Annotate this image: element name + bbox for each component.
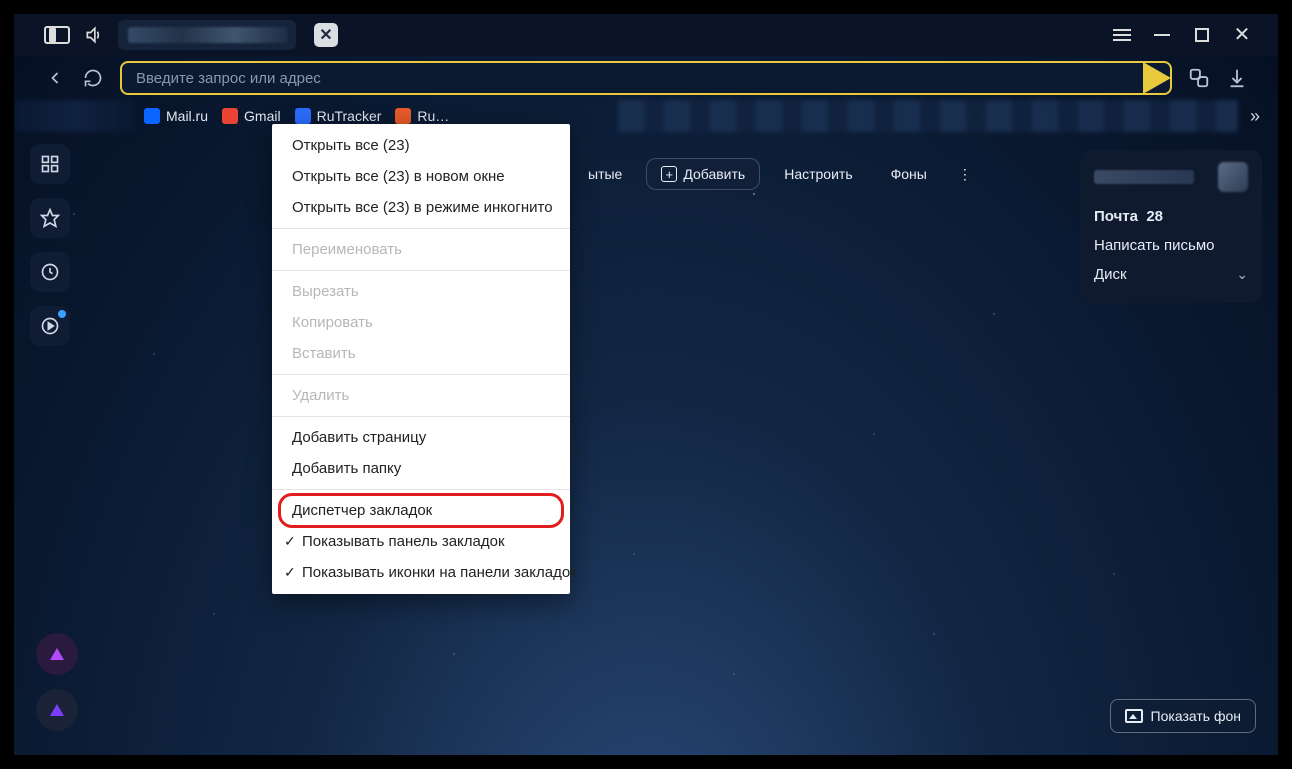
- generic-icon: [395, 108, 411, 124]
- chip-add[interactable]: + Добавить: [646, 158, 760, 190]
- browser-window: ✕ ✕ Введите запрос или адрес Mail.ru Gma…: [14, 14, 1278, 755]
- ctx-separator: [272, 270, 570, 271]
- titlebar: ✕ ✕: [14, 14, 1278, 56]
- at-icon: [144, 108, 160, 124]
- ctx-separator: [272, 228, 570, 229]
- mail-count: 28: [1146, 208, 1163, 225]
- rail-history-icon[interactable]: [30, 252, 70, 292]
- plus-icon: +: [661, 166, 677, 182]
- bookmarks-context-menu: Открыть все (23) Открыть все (23) в ново…: [272, 124, 570, 594]
- volume-icon[interactable]: [84, 25, 104, 45]
- back-icon[interactable]: [44, 67, 66, 89]
- chip-more-icon[interactable]: ⋮: [951, 158, 979, 190]
- chip-configure[interactable]: Настроить: [770, 158, 866, 190]
- alice-icon: [50, 704, 64, 716]
- titlebar-right: ✕: [1112, 25, 1278, 45]
- user-mail-row[interactable]: Почта 28: [1094, 202, 1248, 231]
- chevron-down-icon: ⌄: [1236, 266, 1248, 283]
- tab-close-button[interactable]: ✕: [314, 23, 338, 47]
- avatar[interactable]: [1218, 162, 1248, 192]
- window-maximize[interactable]: [1192, 25, 1212, 45]
- bookmark-label: Ru…: [417, 108, 449, 124]
- bookmark-cut[interactable]: Ru…: [395, 108, 449, 124]
- chip-label: Фоны: [891, 166, 927, 182]
- window-close[interactable]: ✕: [1232, 25, 1252, 45]
- rail-tiles-icon[interactable]: [30, 144, 70, 184]
- alice-bubble-1[interactable]: [36, 633, 78, 675]
- ctx-cut: Вырезать: [272, 276, 570, 307]
- side-rail: [30, 144, 70, 346]
- ctx-delete: Удалить: [272, 380, 570, 411]
- ctx-paste: Вставить: [272, 338, 570, 369]
- bookmark-rutracker[interactable]: RuTracker: [295, 108, 382, 124]
- active-tab[interactable]: [118, 20, 296, 50]
- ctx-bookmark-manager[interactable]: Диспетчер закладок: [272, 495, 570, 526]
- chip-label: ытые: [588, 166, 622, 182]
- page-toolbar: ытые + Добавить Настроить Фоны ⋮: [574, 158, 979, 190]
- ctx-add-page[interactable]: Добавить страницу: [272, 422, 570, 453]
- ctx-show-bookmarks-bar[interactable]: Показывать панель закладок: [272, 526, 570, 557]
- ctx-show-bookmark-icons[interactable]: Показывать иконки на панели закладок: [272, 557, 570, 588]
- image-icon: [1125, 709, 1143, 723]
- titlebar-left: ✕: [14, 20, 338, 50]
- address-placeholder: Введите запрос или адрес: [122, 70, 321, 87]
- bookmark-mailru[interactable]: Mail.ru: [144, 108, 208, 124]
- alice-bubble-2[interactable]: [36, 689, 78, 731]
- ctx-add-folder[interactable]: Добавить папку: [272, 453, 570, 484]
- ctx-separator: [272, 416, 570, 417]
- assistant-bubbles: [36, 633, 78, 731]
- rail-star-icon[interactable]: [30, 198, 70, 238]
- address-bar[interactable]: Введите запрос или адрес: [120, 61, 1172, 95]
- downloads-icon[interactable]: [1226, 67, 1248, 89]
- show-background-label: Показать фон: [1151, 708, 1241, 724]
- compose-label: Написать письмо: [1094, 237, 1215, 254]
- ctx-open-all-incognito[interactable]: Открыть все (23) в режиме инкогнито: [272, 192, 570, 223]
- translate-icon[interactable]: [1188, 67, 1210, 89]
- chip-backgrounds[interactable]: Фоны: [877, 158, 941, 190]
- user-panel: Почта 28 Написать письмо Диск ⌄: [1080, 150, 1262, 303]
- disk-label: Диск: [1094, 266, 1127, 283]
- window-minimize[interactable]: [1152, 25, 1172, 45]
- rutracker-icon: [295, 108, 311, 124]
- sidebar-toggle-icon[interactable]: [44, 26, 70, 44]
- bookmark-gmail[interactable]: Gmail: [222, 108, 281, 124]
- user-disk-row[interactable]: Диск ⌄: [1094, 260, 1248, 289]
- bookmark-label: Gmail: [244, 108, 281, 124]
- tab-title-blurred: [128, 27, 288, 43]
- ctx-open-all-new-window[interactable]: Открыть все (23) в новом окне: [272, 161, 570, 192]
- ctx-copy: Копировать: [272, 307, 570, 338]
- bookmark-label: RuTracker: [317, 108, 382, 124]
- ctx-separator: [272, 374, 570, 375]
- gmail-icon: [222, 108, 238, 124]
- menu-icon[interactable]: [1112, 25, 1132, 45]
- address-row: Введите запрос или адрес: [14, 56, 1278, 100]
- rail-play-icon[interactable]: [30, 306, 70, 346]
- ctx-rename: Переименовать: [272, 234, 570, 265]
- show-background-button[interactable]: Показать фон: [1110, 699, 1256, 733]
- chip-label: Настроить: [784, 166, 852, 182]
- alice-icon: [50, 648, 64, 660]
- bookmarks-bar[interactable]: Mail.ru Gmail RuTracker Ru… »: [14, 100, 1278, 132]
- user-name-blurred: [1094, 170, 1194, 184]
- ctx-separator: [272, 489, 570, 490]
- reload-icon[interactable]: [82, 67, 104, 89]
- chip-hidden-tail[interactable]: ытые: [574, 158, 636, 190]
- ctx-open-all[interactable]: Открыть все (23): [272, 130, 570, 161]
- bookmark-label: Mail.ru: [166, 108, 208, 124]
- chip-label: Добавить: [683, 166, 745, 182]
- mail-label: Почта: [1094, 208, 1138, 225]
- user-compose-row[interactable]: Написать письмо: [1094, 231, 1248, 260]
- bookmarks-overflow-icon[interactable]: »: [1250, 106, 1260, 127]
